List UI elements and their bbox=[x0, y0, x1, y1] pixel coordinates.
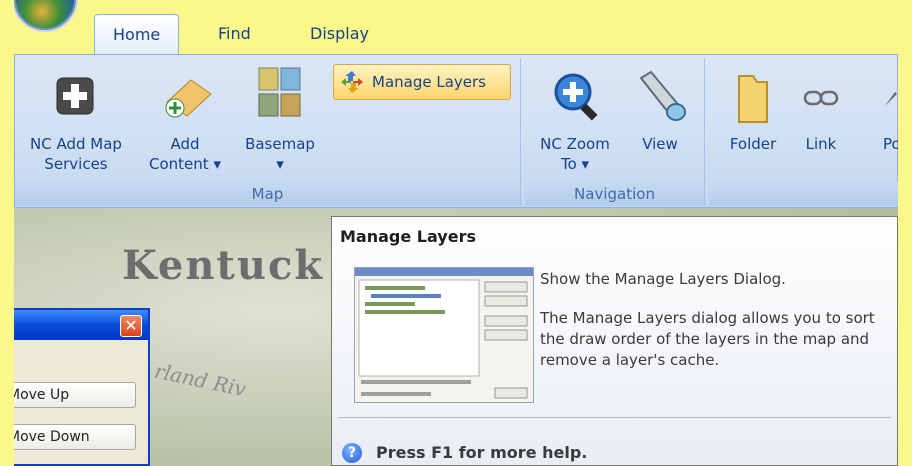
add-map-services-icon bbox=[56, 77, 94, 115]
tooltip-title: Manage Layers bbox=[340, 227, 476, 246]
basemap-button[interactable]: Basemap ▾ bbox=[237, 66, 323, 180]
ribbon-tab-strip: Home Find Display bbox=[14, 14, 898, 54]
view-button[interactable]: View bbox=[625, 70, 695, 180]
tab-home[interactable]: Home bbox=[94, 14, 180, 54]
manage-layers-tooltip: Manage Layers Show the Manage Layers Dia… bbox=[331, 216, 898, 466]
manage-layers-button[interactable]: Manage Layers bbox=[333, 64, 511, 100]
nc-zoom-to-label-1: NC Zoom bbox=[540, 135, 610, 153]
point-icon bbox=[885, 92, 897, 106]
folder-button[interactable]: Folder bbox=[715, 75, 791, 180]
nc-add-map-services-label-2: Services bbox=[44, 155, 108, 173]
link-icon bbox=[803, 90, 839, 106]
tooltip-line-1: Show the Manage Layers Dialog. bbox=[540, 270, 786, 288]
move-down-button[interactable]: Move Down bbox=[0, 424, 136, 450]
group-label-map: Map bbox=[15, 182, 520, 206]
add-content-label-2: Content ▾ bbox=[149, 155, 221, 173]
help-icon: ? bbox=[342, 443, 362, 463]
map-label-state: Kentuck bbox=[122, 242, 325, 289]
zoom-to-icon bbox=[554, 73, 598, 121]
ribbon-group-tools: Folder Link Po bbox=[709, 58, 899, 206]
nc-zoom-to-button[interactable]: NC Zoom To ▾ bbox=[529, 73, 621, 180]
nc-add-map-services-label-1: NC Add Map bbox=[30, 135, 122, 153]
add-content-label-1: Add bbox=[170, 135, 200, 153]
tab-display[interactable]: Display bbox=[292, 14, 387, 54]
map-label-river: rland Riv bbox=[152, 358, 249, 402]
point-button[interactable]: Po bbox=[857, 76, 899, 180]
dialog-preview-image bbox=[354, 267, 534, 403]
ribbon: NC Add Map Services Add Content ▾ Basema… bbox=[14, 54, 899, 208]
basemap-label-1: Basemap bbox=[245, 135, 315, 153]
folder-icon bbox=[738, 75, 768, 123]
manage-layers-icon bbox=[341, 71, 363, 93]
basemap-label-2: ▾ bbox=[276, 155, 284, 173]
ribbon-group-navigation: NC Zoom To ▾ View Navigation bbox=[525, 58, 705, 206]
point-label: Po bbox=[883, 135, 899, 153]
tooltip-line-2: The Manage Layers dialog allows you to s… bbox=[540, 309, 875, 369]
close-icon[interactable]: ✕ bbox=[120, 315, 142, 337]
manage-layers-dialog: ✕ Move Up Move Down bbox=[0, 308, 150, 466]
nc-zoom-to-label-2: To ▾ bbox=[560, 155, 590, 173]
move-up-button[interactable]: Move Up bbox=[0, 382, 136, 408]
group-label-navigation: Navigation bbox=[525, 182, 704, 206]
folder-label: Folder bbox=[729, 135, 777, 153]
view-icon bbox=[639, 70, 686, 121]
nc-add-map-services-button[interactable]: NC Add Map Services bbox=[21, 76, 131, 180]
basemap-icon bbox=[258, 67, 301, 117]
add-content-button[interactable]: Add Content ▾ bbox=[139, 76, 231, 180]
tooltip-description: Show the Manage Layers Dialog. The Manag… bbox=[540, 269, 890, 389]
add-content-icon bbox=[165, 79, 212, 118]
tooltip-help-text: Press F1 for more help. bbox=[376, 443, 588, 462]
dialog-preview-graphic bbox=[355, 268, 533, 399]
tooltip-divider bbox=[338, 417, 891, 418]
manage-layers-label: Manage Layers bbox=[372, 73, 486, 91]
tab-find[interactable]: Find bbox=[200, 14, 269, 54]
link-button[interactable]: Link bbox=[793, 76, 849, 180]
group-label-tools bbox=[709, 182, 899, 206]
view-label: View bbox=[642, 135, 678, 153]
link-label: Link bbox=[805, 135, 837, 153]
ribbon-group-map: NC Add Map Services Add Content ▾ Basema… bbox=[15, 58, 521, 206]
